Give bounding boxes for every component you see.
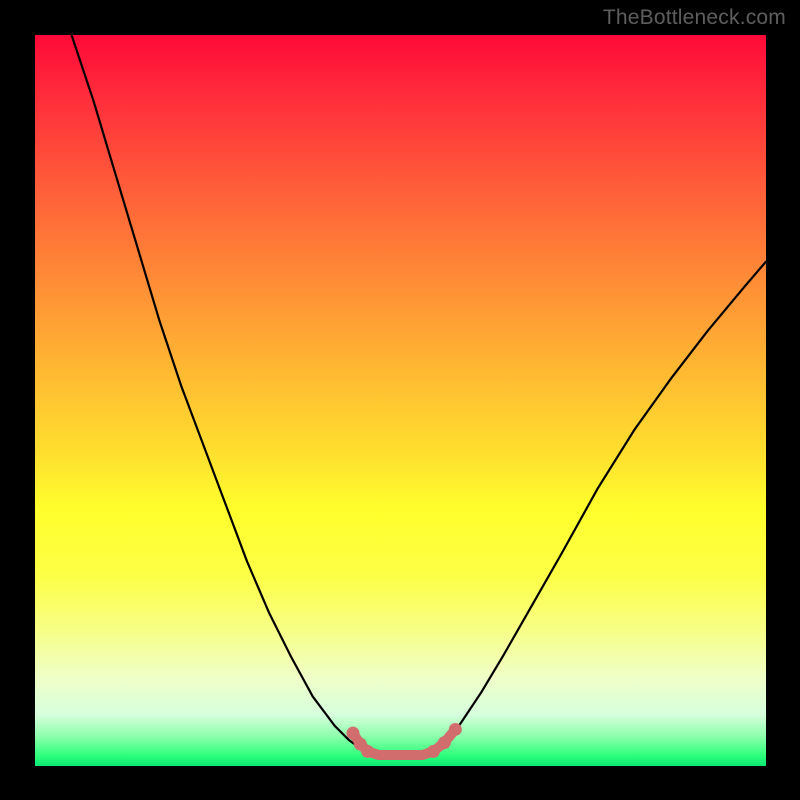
chart-plot-area: [35, 35, 766, 766]
bottleneck-curve: [72, 35, 766, 755]
chart-svg: [35, 35, 766, 766]
marker-dot: [361, 745, 374, 758]
marker-dot: [427, 745, 440, 758]
marker-dot: [346, 727, 359, 740]
outer-frame: TheBottleneck.com: [0, 0, 800, 800]
watermark-text: TheBottleneck.com: [603, 6, 786, 30]
marker-dot: [449, 723, 462, 736]
marker-dot: [438, 736, 451, 749]
